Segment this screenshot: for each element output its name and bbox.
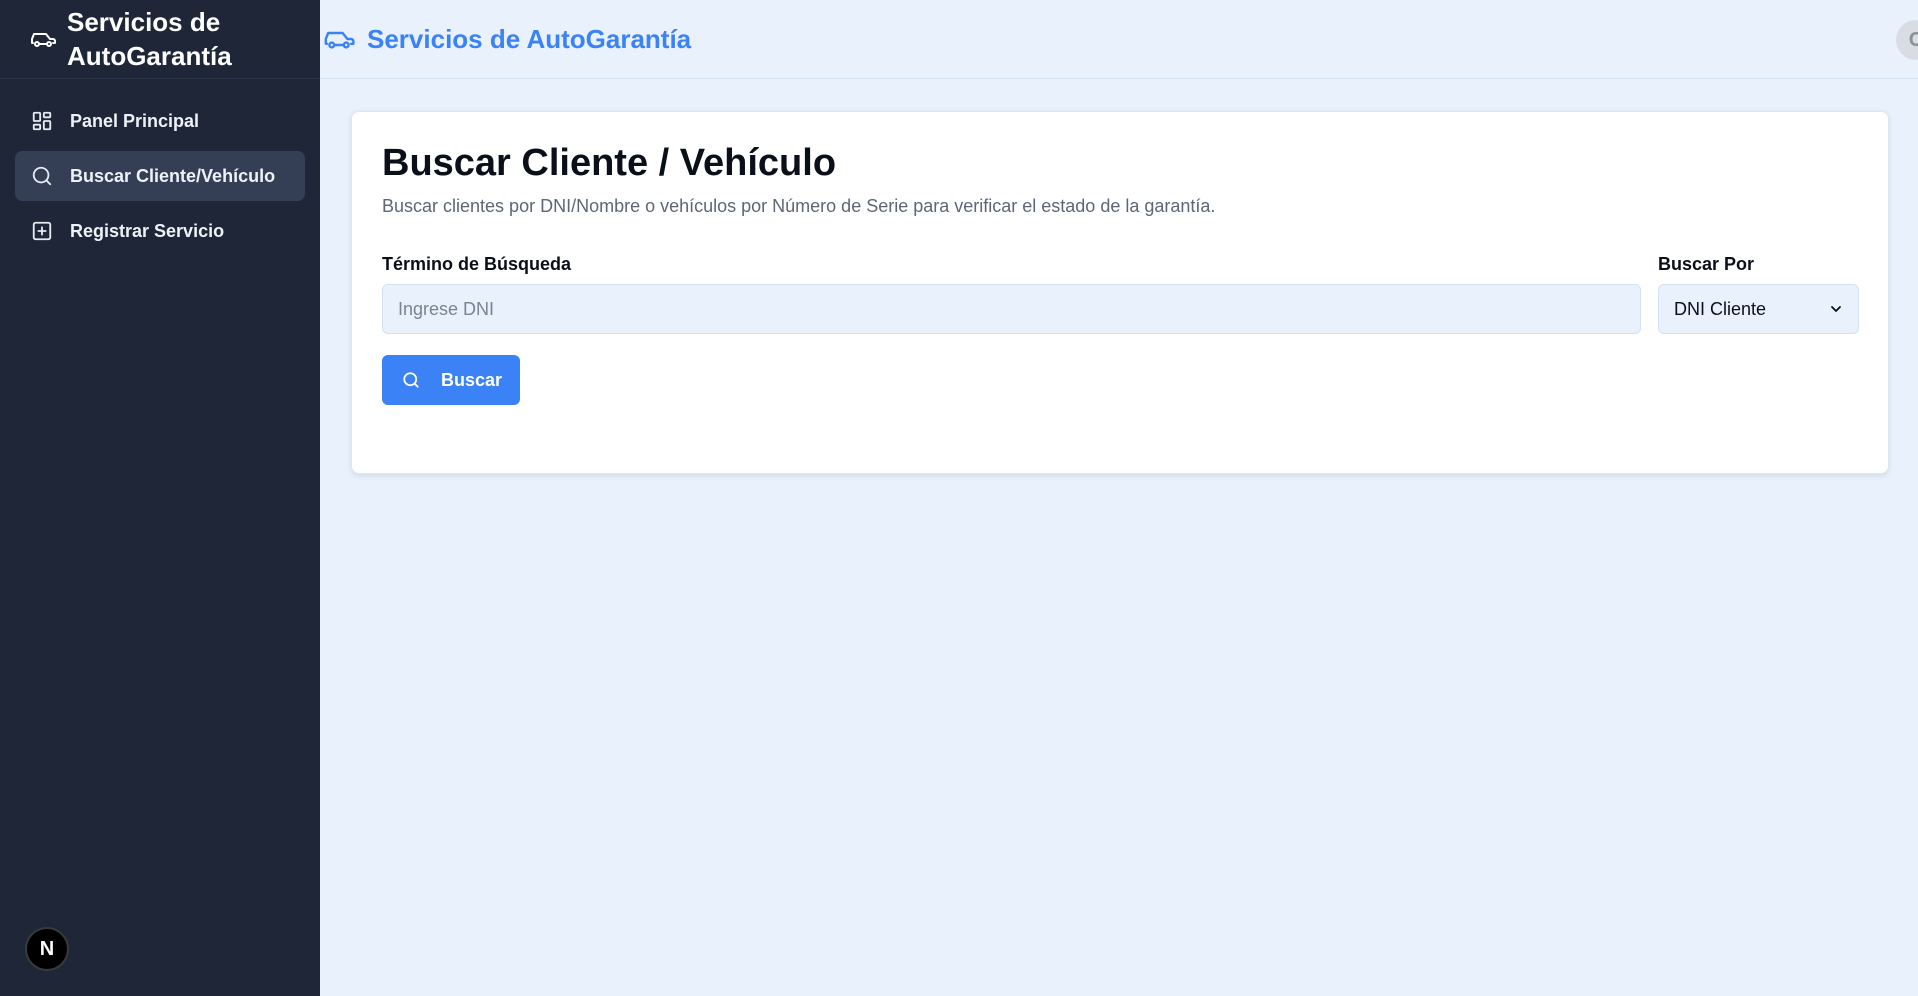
search-by-label: Buscar Por — [1658, 254, 1755, 274]
sidebar-nav: Panel Principal Buscar Cliente/Vehículo — [0, 79, 320, 256]
search-icon — [402, 370, 422, 390]
sidebar-item-label: Buscar Cliente/Vehículo — [70, 165, 276, 186]
plus-square-icon — [30, 219, 54, 243]
avatar[interactable]: C — [1896, 20, 1918, 60]
chevron-down-icon — [1830, 302, 1844, 316]
search-by-value: DNI Cliente — [1674, 298, 1767, 319]
sidebar: Servicios de AutoGarantía Panel Principa… — [0, 0, 320, 996]
car-icon — [322, 25, 356, 53]
top-header: Servicios de AutoGarantía C — [320, 0, 1918, 79]
sidebar-item-panel-principal[interactable]: Panel Principal — [15, 96, 305, 146]
search-card: Buscar Cliente / Vehículo Buscar cliente… — [351, 111, 1889, 474]
sidebar-item-buscar[interactable]: Buscar Cliente/Vehículo — [15, 151, 305, 201]
sidebar-item-registrar-servicio[interactable]: Registrar Servicio — [15, 206, 305, 256]
search-term-label: Término de Búsqueda — [382, 254, 572, 274]
page-subtitle: Buscar clientes por DNI/Nombre o vehícul… — [382, 196, 1216, 216]
sidebar-item-label: Registrar Servicio — [70, 220, 225, 241]
search-by-select[interactable]: DNI Cliente — [1658, 284, 1859, 334]
search-input[interactable] — [382, 284, 1641, 334]
sidebar-item-label: Panel Principal — [70, 110, 200, 131]
dashboard-icon — [30, 109, 54, 133]
search-icon — [30, 164, 54, 188]
search-button-label: Buscar — [441, 369, 503, 390]
sidebar-brand[interactable]: Servicios de AutoGarantía — [0, 0, 320, 79]
header-title: Servicios de AutoGarantía — [367, 23, 692, 54]
sidebar-brand-title: Servicios de AutoGarantía — [67, 7, 232, 71]
page-title: Buscar Cliente / Vehículo — [382, 142, 837, 184]
next-dev-badge[interactable]: N — [25, 927, 69, 971]
main-area: Servicios de AutoGarantía C Buscar Clien… — [320, 0, 1918, 996]
search-button[interactable]: Buscar — [382, 355, 520, 405]
app-root: Servicios de AutoGarantía Panel Principa… — [0, 0, 1918, 996]
car-icon — [30, 26, 56, 52]
